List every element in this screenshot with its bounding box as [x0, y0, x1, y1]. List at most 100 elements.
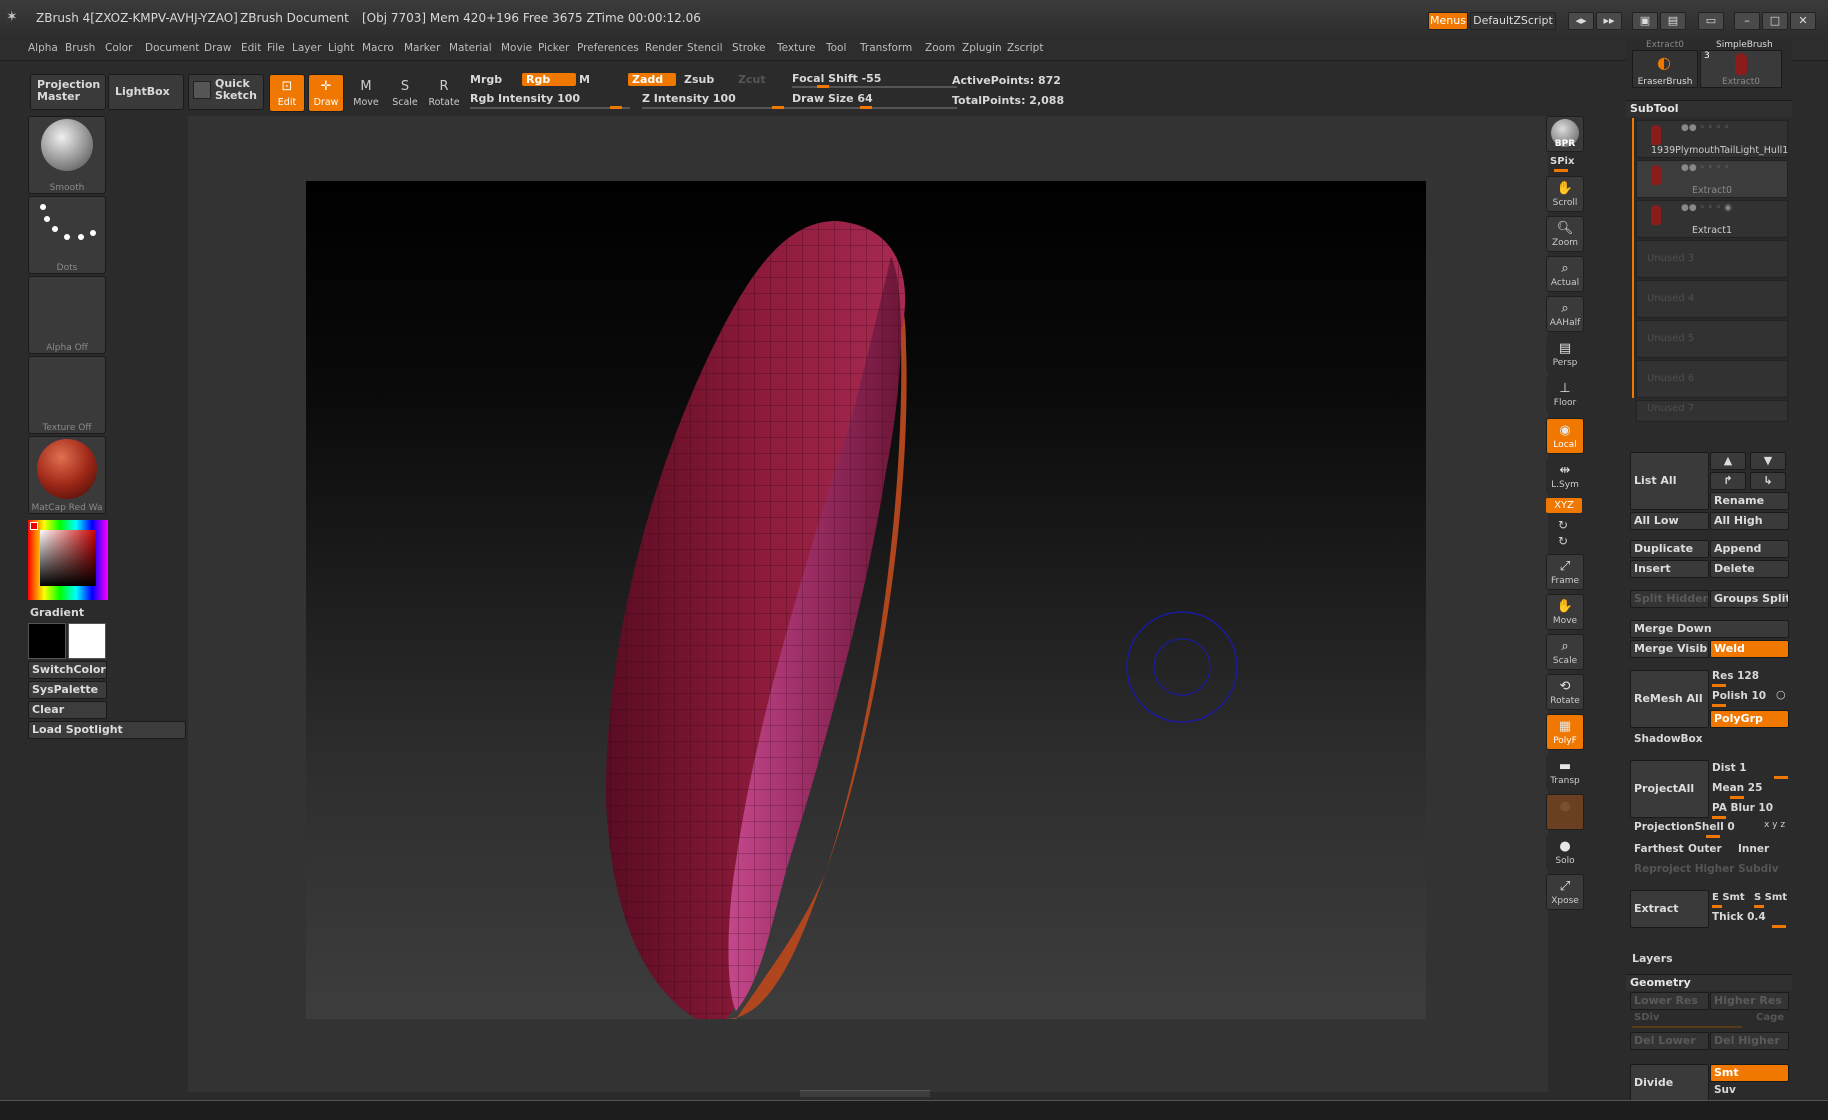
polish-slider[interactable]: Polish 10 — [1712, 690, 1766, 702]
menu-zscript[interactable]: Zscript — [1007, 42, 1043, 54]
groups-split-button[interactable]: Groups Split — [1710, 590, 1789, 608]
transp-button[interactable]: ▬ Transp — [1546, 754, 1584, 790]
layout2-icon[interactable]: ▤ — [1660, 12, 1686, 30]
shadowbox-button[interactable]: ShadowBox — [1634, 733, 1703, 745]
delete-button[interactable]: Delete — [1710, 560, 1789, 578]
zsub-toggle[interactable]: Zsub — [684, 73, 714, 86]
solo-button[interactable]: ● Solo — [1546, 834, 1584, 870]
weld-toggle[interactable]: Weld — [1710, 640, 1789, 658]
rotate-y-icon[interactable]: ↻ — [1558, 518, 1568, 532]
higher-res-button[interactable]: Higher Res — [1710, 992, 1789, 1010]
res-slider[interactable]: Res 128 — [1712, 670, 1759, 682]
merge-visible-button[interactable]: Merge Visible — [1630, 640, 1709, 658]
menu-edit[interactable]: Edit — [241, 42, 261, 54]
menu-zplugin[interactable]: Zplugin — [962, 42, 1002, 54]
default-zscript-button[interactable]: DefaultZScript — [1470, 12, 1556, 30]
actual-button[interactable]: ⌕ Actual — [1546, 256, 1584, 292]
move-down-turn-icon[interactable]: ↳ — [1750, 472, 1786, 490]
zcut-toggle[interactable]: Zcut — [738, 73, 766, 86]
duplicate-button[interactable]: Duplicate — [1630, 540, 1709, 558]
rgb-intensity-slider[interactable]: Rgb Intensity 100 — [470, 92, 580, 105]
projection-master-button[interactable]: Projection Master — [30, 74, 106, 110]
menus-button[interactable]: Menus — [1428, 12, 1468, 30]
menu-light[interactable]: Light — [328, 42, 354, 54]
xyz-button[interactable]: XYZ — [1546, 498, 1582, 513]
color-picker[interactable] — [28, 520, 108, 600]
inner-toggle[interactable]: Inner — [1738, 843, 1769, 855]
move-up-turn-icon[interactable]: ↱ — [1710, 472, 1746, 490]
insert-button[interactable]: Insert — [1630, 560, 1709, 578]
s-smt-slider[interactable]: S Smt — [1754, 892, 1787, 903]
gradient-label[interactable]: Gradient — [30, 606, 84, 619]
subtool-row-6[interactable]: Unused 6 — [1636, 360, 1788, 398]
subtool-row-3[interactable]: Unused 3 — [1636, 240, 1788, 278]
maximize-icon[interactable]: □ — [1762, 12, 1788, 30]
visibility-eye-icon[interactable]: ●● ◦ ◦ ◦ ◦ — [1681, 163, 1729, 173]
rotate-view-button[interactable]: ⟲ Rotate — [1546, 674, 1584, 710]
z-intensity-slider[interactable]: Z Intensity 100 — [642, 92, 736, 105]
menu-color[interactable]: Color — [105, 42, 132, 54]
menu-file[interactable]: File — [267, 42, 285, 54]
extract-button[interactable]: Extract — [1630, 890, 1709, 928]
secondary-color-swatch[interactable] — [68, 623, 106, 659]
close-icon[interactable]: ✕ — [1790, 12, 1816, 30]
visibility-eye-icon[interactable]: ●● ◦ ◦ ◦ ◦ — [1681, 123, 1729, 133]
alpha-thumbnail[interactable]: Alpha Off — [28, 276, 106, 354]
floor-button[interactable]: ⊥ Floor — [1546, 376, 1584, 412]
zadd-toggle[interactable]: Zadd — [628, 73, 676, 86]
e-smt-slider[interactable]: E Smt — [1712, 892, 1745, 903]
rename-button[interactable]: Rename — [1710, 492, 1789, 510]
menu-zoom[interactable]: Zoom — [925, 42, 955, 54]
main-color-swatch[interactable] — [28, 623, 66, 659]
menu-macro[interactable]: Macro — [362, 42, 394, 54]
mrgb-toggle[interactable]: Mrgb — [470, 73, 502, 86]
suv-toggle[interactable]: Suv — [1714, 1084, 1736, 1096]
bpr-button[interactable]: BPR — [1546, 116, 1584, 152]
thick-slider[interactable]: Thick 0.4 — [1712, 911, 1766, 923]
color-square[interactable] — [40, 530, 96, 586]
menu-transform[interactable]: Transform — [860, 42, 912, 54]
projectionshell-slider[interactable]: ProjectionShell 0 — [1634, 821, 1735, 833]
switchcolor-button[interactable]: SwitchColor — [28, 661, 107, 679]
lower-res-button[interactable]: Lower Res — [1630, 992, 1709, 1010]
draw-button[interactable]: ✛ Draw — [308, 74, 344, 112]
scroll-button[interactable]: ✋ Scroll — [1546, 176, 1584, 212]
quick-sketch-button[interactable]: Quick Sketch — [188, 74, 264, 110]
all-high-button[interactable]: All High — [1710, 512, 1789, 530]
rotate-z-icon[interactable]: ↻ — [1558, 534, 1568, 548]
canvas-scroll-handle[interactable] — [800, 1090, 930, 1097]
m-toggle[interactable]: M — [579, 73, 590, 86]
menu-texture[interactable]: Texture — [777, 42, 815, 54]
polygrp-toggle[interactable]: PolyGrp — [1710, 710, 1789, 728]
draw-size-slider[interactable]: Draw Size 64 — [792, 92, 873, 105]
subtool-row-4[interactable]: Unused 4 — [1636, 280, 1788, 318]
layout-icon[interactable]: ▣ — [1632, 12, 1658, 30]
focal-shift-slider[interactable]: Focal Shift -55 — [792, 72, 881, 85]
scale-button[interactable]: S Scale — [387, 74, 423, 112]
material-thumbnail[interactable]: MatCap Red Wa — [28, 436, 106, 514]
sdiv-slider[interactable]: SDiv — [1634, 1012, 1659, 1023]
polyf-button[interactable]: ▦ PolyF — [1546, 714, 1584, 750]
farthest-toggle[interactable]: Farthest — [1634, 843, 1684, 855]
rotate-button[interactable]: R Rotate — [426, 74, 462, 112]
ghost-button[interactable]: ● Ghost — [1546, 794, 1584, 830]
layers-header[interactable]: Layers — [1632, 952, 1673, 965]
lock-icon[interactable]: ▭ — [1698, 12, 1724, 30]
menu-alpha[interactable]: Alpha — [28, 42, 58, 54]
menu-layer[interactable]: Layer — [292, 42, 321, 54]
projectall-button[interactable]: ProjectAll — [1630, 760, 1709, 818]
arrows2-icon[interactable]: ▸▸ — [1596, 12, 1622, 30]
subtool-row-0[interactable]: ●● ◦ ◦ ◦ ◦ 1939PlymouthTailLight_Hull1 — [1636, 120, 1788, 158]
all-low-button[interactable]: All Low — [1630, 512, 1709, 530]
aahalf-button[interactable]: ⌕ AAHalf — [1546, 296, 1584, 332]
move-button[interactable]: M Move — [348, 74, 384, 112]
move-down-arrow-icon[interactable]: ▼ — [1750, 452, 1786, 470]
menu-movie[interactable]: Movie — [501, 42, 532, 54]
xpose-button[interactable]: ⤢ Xpose — [1546, 874, 1584, 910]
document-canvas[interactable] — [306, 181, 1426, 1019]
local-button[interactable]: ◉ Local — [1546, 418, 1584, 454]
reproject-button[interactable]: Reproject Higher Subdiv — [1634, 863, 1779, 875]
frame-button[interactable]: ⤢ Frame — [1546, 554, 1584, 590]
menu-marker[interactable]: Marker — [404, 42, 440, 54]
pa-blur-slider[interactable]: PA Blur 10 — [1712, 802, 1773, 814]
